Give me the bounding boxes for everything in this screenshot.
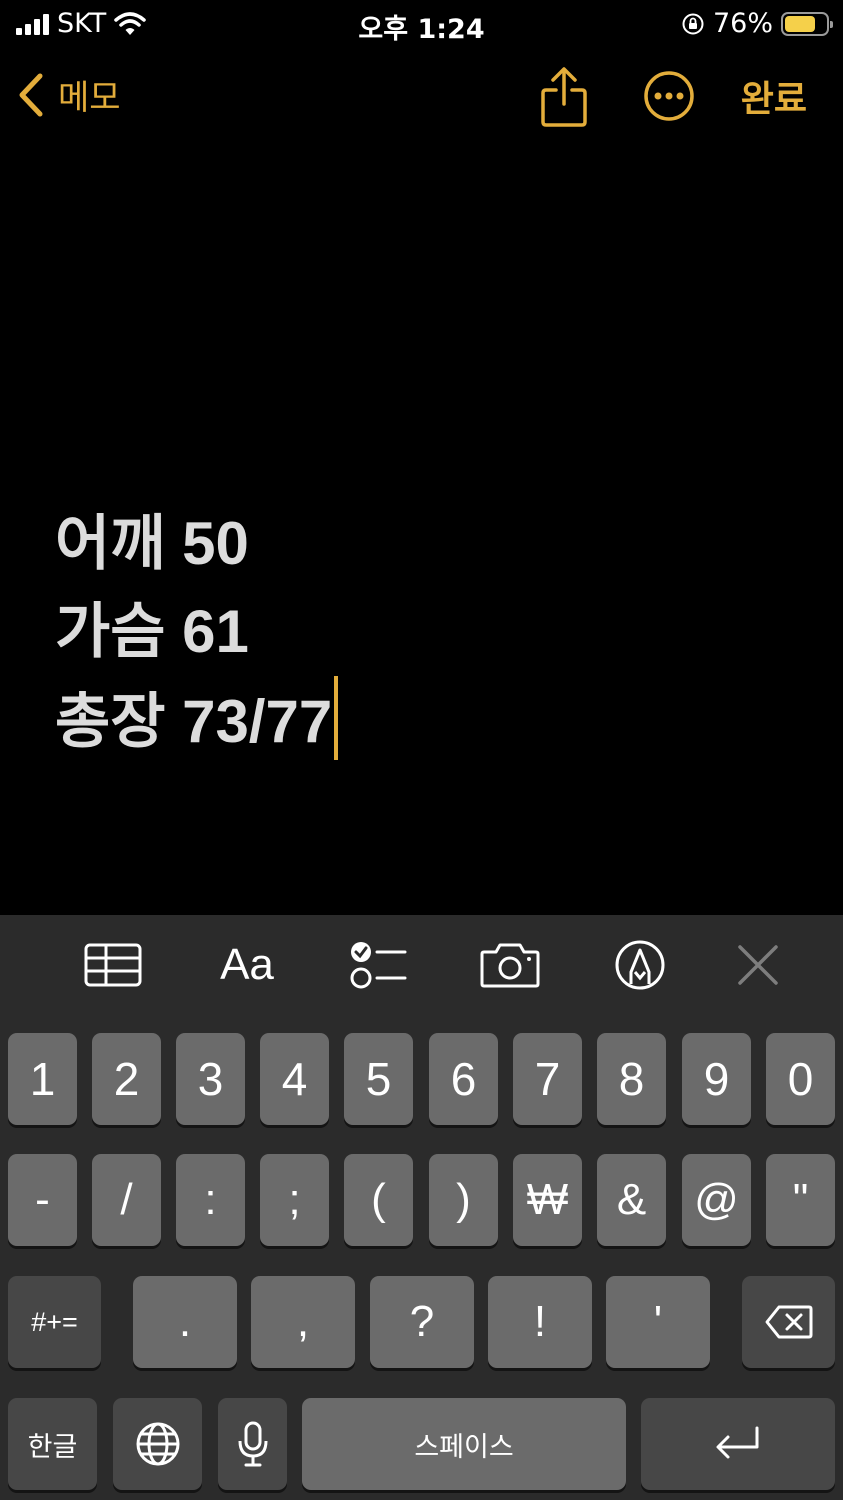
back-button[interactable]: 메모 — [18, 70, 121, 119]
close-icon — [738, 945, 778, 985]
backspace-icon — [765, 1305, 812, 1339]
dictation-key[interactable] — [218, 1398, 287, 1490]
key-colon[interactable]: : — [176, 1154, 245, 1246]
chevron-left-icon — [19, 73, 43, 116]
return-icon — [716, 1426, 759, 1459]
globe-key[interactable] — [113, 1398, 202, 1490]
key-slash[interactable]: / — [92, 1154, 161, 1246]
key-8[interactable]: 8 — [597, 1033, 666, 1125]
key-3[interactable]: 3 — [176, 1033, 245, 1125]
text-format-icon: Aa — [220, 940, 274, 989]
close-toolbar-button[interactable] — [728, 937, 788, 993]
key-4[interactable]: 4 — [260, 1033, 329, 1125]
microphone-icon — [238, 1421, 267, 1467]
key-question[interactable]: ? — [370, 1276, 474, 1368]
key-semicolon[interactable]: ; — [260, 1154, 329, 1246]
key-7[interactable]: 7 — [513, 1033, 582, 1125]
status-right: 76% — [681, 8, 833, 39]
language-key[interactable]: 한글 — [8, 1398, 97, 1490]
note-line: 가슴 61 — [55, 598, 249, 665]
key-9[interactable]: 9 — [682, 1033, 751, 1125]
key-open-paren[interactable]: ( — [344, 1154, 413, 1246]
markup-button[interactable] — [610, 937, 670, 993]
key-exclamation[interactable]: ! — [488, 1276, 592, 1368]
more-icon — [644, 71, 694, 121]
back-label: 메모 — [58, 78, 121, 118]
status-bar: SKT 오후 1:24 76% — [0, 0, 843, 50]
share-button[interactable] — [540, 66, 588, 132]
key-2[interactable]: 2 — [92, 1033, 161, 1125]
key-ampersand[interactable]: & — [597, 1154, 666, 1246]
delete-key[interactable] — [742, 1276, 835, 1368]
key-5[interactable]: 5 — [344, 1033, 413, 1125]
table-icon — [84, 943, 142, 987]
note-line: 어깨 50 — [55, 510, 249, 577]
key-1[interactable]: 1 — [8, 1033, 77, 1125]
key-at[interactable]: @ — [682, 1154, 751, 1246]
text-format-button[interactable]: Aa — [217, 937, 277, 993]
more-button[interactable] — [643, 70, 695, 126]
text-cursor — [334, 676, 339, 760]
note-body[interactable]: 어깨 50 가슴 61 총장 73/77 — [55, 500, 339, 766]
checklist-button[interactable] — [348, 937, 408, 993]
markup-icon — [615, 940, 665, 990]
share-icon — [541, 67, 587, 127]
globe-icon — [136, 1422, 179, 1466]
key-0[interactable]: 0 — [766, 1033, 835, 1125]
key-apostrophe[interactable]: ' — [606, 1276, 710, 1368]
orientation-lock-icon — [682, 13, 704, 34]
key-quote[interactable]: " — [766, 1154, 835, 1246]
keyboard: 1 2 3 4 5 6 7 8 9 0 - / : ; ( ) ₩ & @ " … — [0, 1015, 843, 1500]
format-toolbar: Aa — [0, 915, 843, 1015]
key-won[interactable]: ₩ — [513, 1154, 582, 1246]
symbols-shift-key[interactable]: #+= — [8, 1276, 101, 1368]
table-button[interactable] — [83, 937, 143, 993]
battery-icon — [781, 11, 833, 36]
key-close-paren[interactable]: ) — [429, 1154, 498, 1246]
note-line: 총장 73/77 — [55, 676, 339, 766]
space-key[interactable]: 스페이스 — [302, 1398, 626, 1490]
battery-percent: 76% — [712, 8, 773, 39]
battery-fill — [785, 15, 816, 32]
key-comma[interactable]: , — [251, 1276, 355, 1368]
key-period[interactable]: . — [133, 1276, 237, 1368]
key-6[interactable]: 6 — [429, 1033, 498, 1125]
nav-bar: 메모 완료 — [0, 60, 843, 130]
note-line-text: 총장 73/77 — [55, 688, 333, 755]
camera-icon — [480, 943, 540, 988]
done-button[interactable]: 완료 — [741, 70, 807, 122]
key-hyphen[interactable]: - — [8, 1154, 77, 1246]
camera-button[interactable] — [480, 937, 540, 993]
return-key[interactable] — [641, 1398, 835, 1490]
checklist-icon — [350, 942, 407, 989]
